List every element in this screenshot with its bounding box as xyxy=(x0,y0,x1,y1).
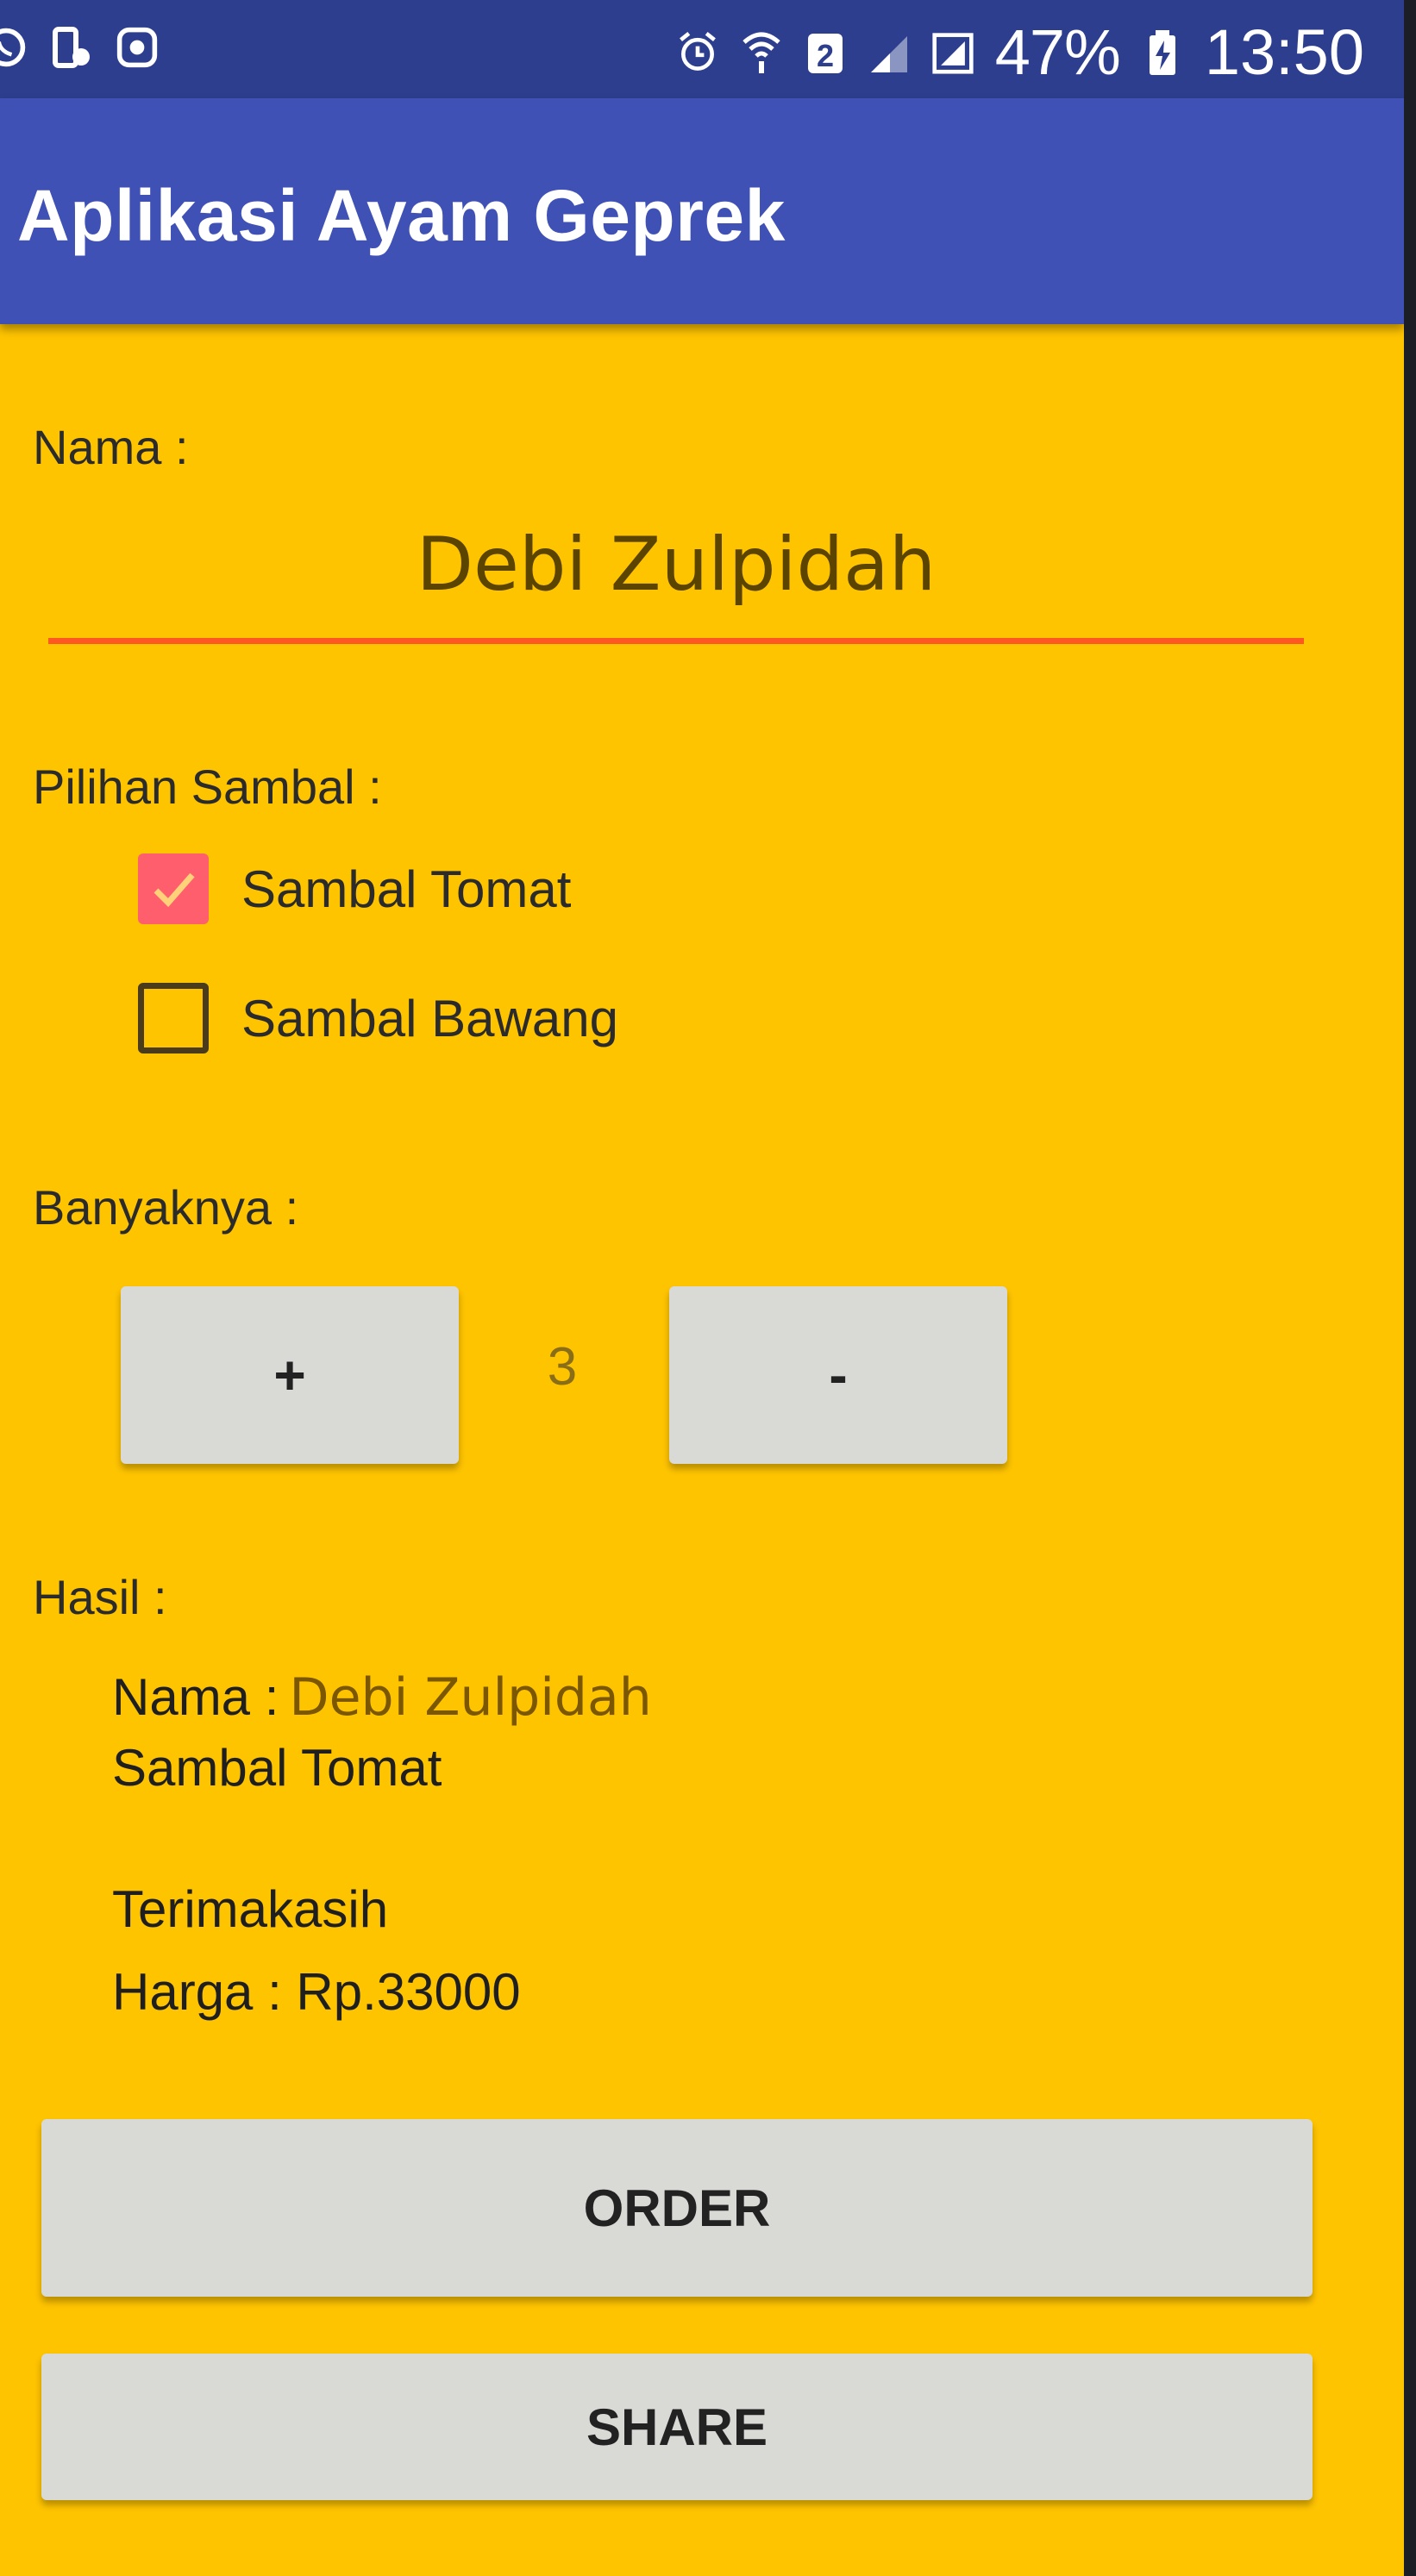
increment-button[interactable]: + xyxy=(121,1286,459,1464)
app-bar: Aplikasi Ayam Geprek xyxy=(0,98,1404,324)
alarm-icon xyxy=(676,29,719,76)
share-button[interactable]: SHARE xyxy=(41,2354,1313,2500)
decrement-button[interactable]: - xyxy=(669,1286,1007,1464)
result-label: Hasil : xyxy=(33,1570,167,1624)
checkbox-row-sambal-tomat[interactable]: Sambal Tomat xyxy=(138,853,571,924)
checkbox-label-sambal-tomat: Sambal Tomat xyxy=(241,860,572,918)
signal-icon xyxy=(931,29,974,76)
check-icon xyxy=(154,872,195,908)
whatsapp-icon xyxy=(0,24,28,71)
record-icon xyxy=(116,24,159,71)
svg-text:2: 2 xyxy=(817,38,834,73)
status-right-icons: 2 47% 13:50 xyxy=(676,16,1364,89)
name-label: Nama : xyxy=(33,420,189,474)
signal-icon xyxy=(868,29,911,76)
name-input[interactable] xyxy=(48,491,1304,644)
result-name-prefix: Nama : xyxy=(112,1668,279,1726)
checkbox-label-sambal-bawang: Sambal Bawang xyxy=(241,989,618,1047)
sim-2-icon: 2 xyxy=(804,29,847,76)
checkbox-row-sambal-bawang[interactable]: Sambal Bawang xyxy=(138,983,618,1054)
clock: 13:50 xyxy=(1204,16,1364,88)
sambal-label: Pilihan Sambal : xyxy=(33,760,382,814)
result-name-line: Nama : Debi Zulpidah xyxy=(112,1667,652,1728)
checkbox-sambal-bawang[interactable] xyxy=(138,983,209,1054)
device-bezel xyxy=(1404,0,1416,2576)
result-name-value: Debi Zulpidah xyxy=(289,1667,652,1728)
app-title: Aplikasi Ayam Geprek xyxy=(17,175,786,256)
battery-charging-icon xyxy=(1141,29,1184,76)
result-price: Harga : Rp.33000 xyxy=(112,1963,521,2021)
status-bar: 2 47% 13:50 xyxy=(0,0,1404,98)
status-left-icons xyxy=(0,24,159,71)
result-sambal: Sambal Tomat xyxy=(112,1739,442,1797)
app-screen: 2 47% 13:50 Aplikasi Ayam Geprek Nama : … xyxy=(0,0,1404,2576)
wifi-icon xyxy=(740,29,783,76)
result-thanks: Terimakasih xyxy=(112,1880,389,1938)
quantity-label: Banyaknya : xyxy=(33,1180,299,1235)
battery-percent: 47% xyxy=(994,16,1121,88)
phone-sync-icon xyxy=(50,24,93,71)
order-button[interactable]: ORDER xyxy=(41,2119,1313,2297)
checkbox-sambal-tomat[interactable] xyxy=(138,853,209,924)
quantity-value: 3 xyxy=(547,1337,578,1397)
